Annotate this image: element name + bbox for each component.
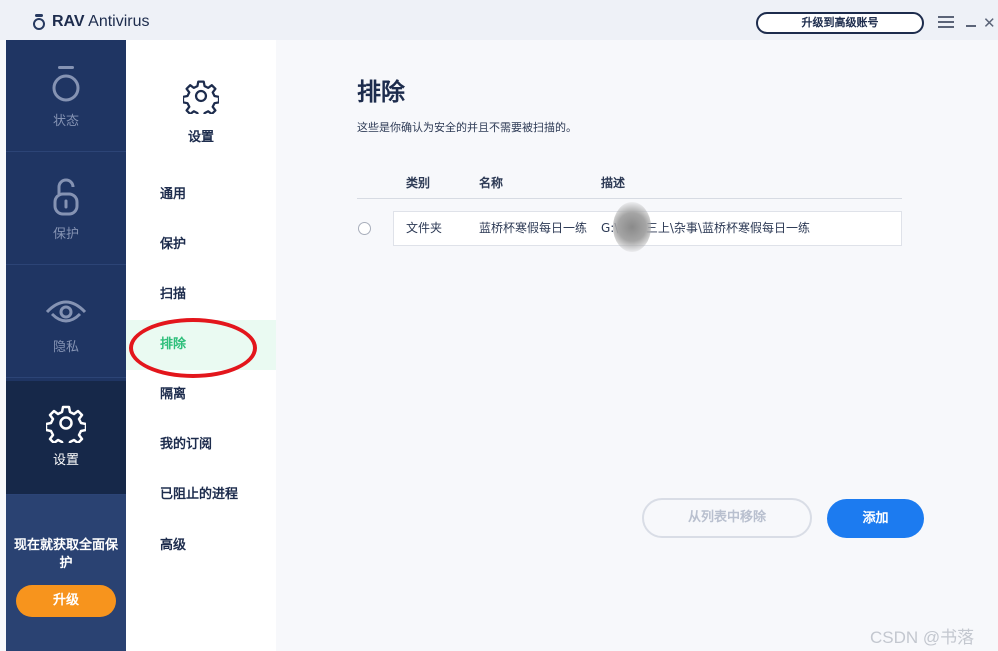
nav-label: 状态 xyxy=(52,114,79,129)
subnav-item-general[interactable]: 通用 xyxy=(126,170,276,220)
subnav-item-advanced[interactable]: 高级 xyxy=(126,521,276,571)
subnav-item-subscription[interactable]: 我的订阅 xyxy=(126,420,276,470)
cell-type: 文件夹 xyxy=(406,221,443,235)
cell-name: 蓝桥杯寒假每日一练 xyxy=(479,221,588,235)
settings-header: 设置 xyxy=(126,40,276,145)
app-logo: RAV Antivirus xyxy=(32,13,150,31)
subnav-item-exclusions[interactable]: 排除 xyxy=(126,320,276,370)
column-header-description[interactable]: 描述 xyxy=(601,174,625,191)
nav-item-protection[interactable]: 保护 xyxy=(6,153,126,265)
rav-logo-icon xyxy=(32,14,46,30)
nav-item-privacy[interactable]: 隐私 xyxy=(6,266,126,378)
exclusions-panel: 排除 这些是你确认为安全的并且不需要被扫描的。 类别 名称 描述 文件夹 蓝桥杯… xyxy=(276,40,998,651)
watermark: CSDN @书落 xyxy=(870,628,975,647)
upgrade-account-button[interactable]: 升级到高级账号 xyxy=(756,12,924,34)
nav-label: 隐私 xyxy=(52,340,79,355)
app-name: RAV Antivirus xyxy=(52,13,150,30)
close-icon[interactable]: ✕ xyxy=(983,15,996,31)
page-title: 排除 xyxy=(357,78,405,106)
nav-label: 设置 xyxy=(52,453,79,468)
subnav-item-protection[interactable]: 保护 xyxy=(126,220,276,270)
settings-subnav: 设置 通用 保护 扫描 排除 隔离 我的订阅 已阻止的进程 高级 xyxy=(126,40,276,651)
row-select-radio[interactable] xyxy=(358,222,371,235)
status-ring-icon xyxy=(52,66,80,102)
nav-label: 保护 xyxy=(52,227,79,242)
subnav-item-blocked-processes[interactable]: 已阻止的进程 xyxy=(126,470,276,520)
table-row[interactable]: 文件夹 蓝桥杯寒假每日一练 G:\...\大三上\杂事\蓝桥杯寒假每日一练 xyxy=(393,202,902,252)
eye-icon xyxy=(45,300,87,323)
settings-title: 设置 xyxy=(187,130,214,145)
subnav-item-scan[interactable]: 扫描 xyxy=(126,270,276,320)
main-sidebar: 状态 保护 隐私 设置 现在就获取全面保护 升级 xyxy=(6,40,126,651)
column-header-name[interactable]: 名称 xyxy=(479,174,503,191)
minimize-icon[interactable] xyxy=(966,25,976,27)
hamburger-menu-icon[interactable] xyxy=(938,16,954,28)
title-bar: RAV Antivirus 升级到高级账号 ✕ xyxy=(0,0,998,40)
page-description: 这些是你确认为安全的并且不需要被扫描的。 xyxy=(357,121,577,134)
nav-item-status[interactable]: 状态 xyxy=(6,40,126,152)
app-window: RAV Antivirus 升级到高级账号 ✕ 状态 保护 隐私 设置 现在就获… xyxy=(0,0,998,651)
gear-icon xyxy=(46,405,86,443)
add-button[interactable]: 添加 xyxy=(827,499,924,538)
column-header-type[interactable]: 类别 xyxy=(406,174,430,191)
upgrade-button[interactable]: 升级 xyxy=(16,585,116,617)
promo-text: 现在就获取全面保护 xyxy=(13,538,118,571)
subnav-item-quarantine[interactable]: 隔离 xyxy=(126,370,276,420)
nav-item-settings[interactable]: 设置 xyxy=(6,381,126,495)
redaction-blur xyxy=(613,202,651,252)
remove-from-list-button[interactable]: 从列表中移除 xyxy=(642,498,812,538)
upgrade-promo: 现在就获取全面保护 升级 xyxy=(6,495,126,651)
header-divider xyxy=(357,198,902,199)
gear-icon xyxy=(183,80,219,114)
lock-icon xyxy=(53,178,79,216)
